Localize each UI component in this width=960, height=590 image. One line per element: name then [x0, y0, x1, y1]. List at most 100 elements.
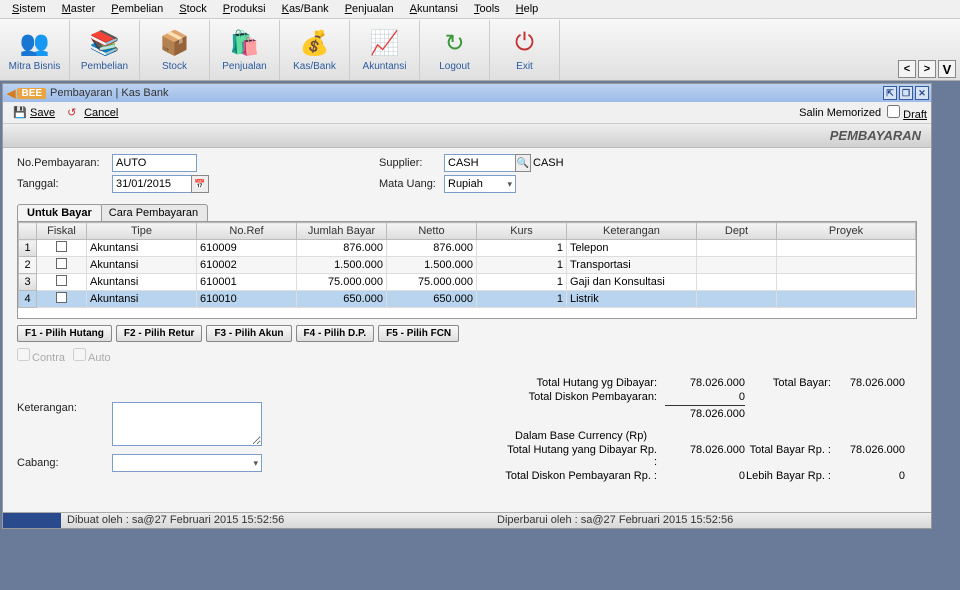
contra-label: Contra [32, 352, 65, 364]
col-keterangan[interactable]: Keterangan [567, 223, 697, 240]
tab-untuk-bayar[interactable]: Untuk Bayar [17, 204, 102, 221]
auto-label: Auto [88, 352, 111, 364]
keterangan-input[interactable] [112, 402, 262, 446]
menu-sistem[interactable]: Sistem [4, 1, 54, 17]
row-num: 3 [19, 274, 37, 291]
menubar: SistemMasterPembelianStockProduksiKas/Ba… [0, 0, 960, 19]
menu-kasbank[interactable]: Kas/Bank [274, 1, 337, 17]
save-label: Save [30, 107, 55, 119]
col-noref[interactable]: No.Ref [197, 223, 297, 240]
maximize-icon[interactable]: ❐ [899, 86, 913, 100]
close-icon[interactable]: ✕ [915, 86, 929, 100]
cell-proyek [777, 240, 916, 257]
cancel-button[interactable]: ↺ Cancel [61, 104, 124, 122]
menu-produksi[interactable]: Produksi [215, 1, 274, 17]
totals: Total Hutang yg Dibayar: 78.026.000 Tota… [505, 376, 905, 483]
next-button[interactable]: > [918, 60, 936, 78]
cell-jumlah: 75.000.000 [297, 274, 387, 291]
menu-tools[interactable]: Tools [466, 1, 508, 17]
save-button[interactable]: 💾 Save [7, 104, 61, 122]
col-jumlahbayar[interactable]: Jumlah Bayar [297, 223, 387, 240]
cell-jumlah: 650.000 [297, 291, 387, 308]
col-fiskal[interactable]: Fiskal [37, 223, 87, 240]
menu-master[interactable]: Master [54, 1, 104, 17]
cell-netto: 650.000 [387, 291, 477, 308]
table-row[interactable]: 4Akuntansi610010650.000650.0001Listrik [19, 291, 916, 308]
cell-kurs: 1 [477, 240, 567, 257]
fkey-f5-pilih-fcn[interactable]: F5 - Pilih FCN [378, 325, 459, 342]
col-netto[interactable]: Netto [387, 223, 477, 240]
calendar-icon[interactable]: 📅 [191, 175, 209, 193]
stock-icon: 📦 [159, 27, 191, 59]
salin-memorized-button[interactable]: Salin Memorized [799, 107, 881, 119]
cell-fiskal[interactable] [37, 257, 87, 274]
fkey-f1-pilih-hutang[interactable]: F1 - Pilih Hutang [17, 325, 112, 342]
detach-icon[interactable]: ⇱ [883, 86, 897, 100]
checkbox-icon[interactable] [56, 292, 67, 303]
table-row[interactable]: 3Akuntansi61000175.000.00075.000.0001Gaj… [19, 274, 916, 291]
checkbox-icon[interactable] [56, 241, 67, 252]
menu-stock[interactable]: Stock [171, 1, 215, 17]
cell-proyek [777, 274, 916, 291]
fkeys: F1 - Pilih HutangF2 - Pilih ReturF3 - Pi… [17, 325, 917, 342]
cell-ref: 610009 [197, 240, 297, 257]
toolbar-penjualan[interactable]: 🛍️Penjualan [210, 20, 280, 80]
col-tipe[interactable]: Tipe [87, 223, 197, 240]
checks: Contra Auto [17, 348, 917, 364]
tanggal-input[interactable] [112, 175, 192, 193]
fkey-f4-pilih-d-p-[interactable]: F4 - Pilih D.P. [296, 325, 375, 342]
mata-uang-value: Rupiah [448, 178, 483, 190]
search-icon[interactable]: 🔍 [515, 154, 531, 172]
menu-help[interactable]: Help [508, 1, 547, 17]
back-icon[interactable]: ◀ [7, 87, 15, 100]
menu-pembelian[interactable]: Pembelian [103, 1, 171, 17]
toolbar-mitrabisnis[interactable]: 👥Mitra Bisnis [0, 20, 70, 80]
checkbox-icon[interactable] [56, 258, 67, 269]
col-dept[interactable]: Dept [697, 223, 777, 240]
total-diskon-rp-label: Total Diskon Pembayaran Rp. : [505, 470, 665, 482]
draft-label: Draft [903, 109, 927, 121]
fkey-f3-pilih-akun[interactable]: F3 - Pilih Akun [206, 325, 291, 342]
col-kurs[interactable]: Kurs [477, 223, 567, 240]
menu-penjualan[interactable]: Penjualan [337, 1, 402, 17]
toolbar-stock[interactable]: 📦Stock [140, 20, 210, 80]
status-indicator [3, 513, 61, 528]
cell-fiskal[interactable] [37, 240, 87, 257]
cell-fiskal[interactable] [37, 291, 87, 308]
mata-uang-label: Mata Uang: [379, 178, 444, 190]
col-proyek[interactable]: Proyek [777, 223, 916, 240]
total-bayar-label: Total Bayar: [745, 377, 835, 389]
pembelian-icon: 📚 [89, 27, 121, 59]
cell-dept [697, 291, 777, 308]
table-row[interactable]: 2Akuntansi6100021.500.0001.500.0001Trans… [19, 257, 916, 274]
total-bayar-value: 78.026.000 [835, 377, 905, 389]
total-diskon-rp-value: 0 [665, 470, 745, 482]
cell-tipe: Akuntansi [87, 291, 197, 308]
fkey-f2-pilih-retur[interactable]: F2 - Pilih Retur [116, 325, 203, 342]
toolbar-akuntansi[interactable]: 📈Akuntansi [350, 20, 420, 80]
menu-akuntansi[interactable]: Akuntansi [402, 1, 466, 17]
prev-button[interactable]: < [898, 60, 916, 78]
toolbar-label: Kas/Bank [293, 61, 336, 72]
toolbar-kasbank[interactable]: 💰Kas/Bank [280, 20, 350, 80]
cell-fiskal[interactable] [37, 274, 87, 291]
cell-keterangan: Listrik [567, 291, 697, 308]
v-button[interactable]: V [938, 60, 956, 78]
no-pembayaran-input[interactable] [112, 154, 197, 172]
draft-checkbox-wrap[interactable]: Draft [887, 105, 927, 121]
table-row[interactable]: 1Akuntansi610009876.000876.0001Telepon [19, 240, 916, 257]
cell-ref: 610002 [197, 257, 297, 274]
draft-checkbox[interactable] [887, 105, 900, 118]
tab-cara-pembayaran[interactable]: Cara Pembayaran [99, 204, 208, 221]
cabang-select[interactable] [112, 454, 262, 472]
checkbox-icon[interactable] [56, 275, 67, 286]
akuntansi-icon: 📈 [369, 27, 401, 59]
right-tools: < > V [898, 60, 956, 78]
statusbar: Dibuat oleh : sa@27 Februari 2015 15:52:… [3, 512, 931, 528]
cell-kurs: 1 [477, 291, 567, 308]
toolbar-exit[interactable]: ⏻Exit [490, 20, 560, 80]
mata-uang-select[interactable]: Rupiah [444, 175, 516, 193]
toolbar-logout[interactable]: ↻Logout [420, 20, 490, 80]
toolbar-pembelian[interactable]: 📚Pembelian [70, 20, 140, 80]
supplier-input[interactable] [444, 154, 516, 172]
